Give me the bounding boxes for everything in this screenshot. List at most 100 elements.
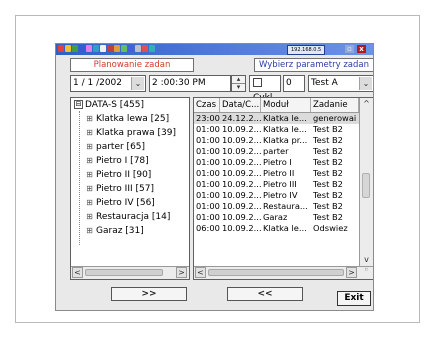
tree-item-restauracja[interactable]: ⊞ Restauracja [14] [86, 212, 170, 222]
taskbar-app-icon[interactable] [72, 45, 78, 52]
scroll-thumb[interactable] [85, 269, 163, 276]
scroll-left-icon[interactable]: < [72, 267, 83, 278]
tree-item-pietro-3[interactable]: ⊞ Pietro III [57] [86, 184, 154, 194]
test-select-value: Test A [311, 78, 338, 88]
next-button[interactable]: >> [111, 287, 187, 301]
test-select[interactable]: Test A ⌄ [308, 75, 373, 92]
taskbar-app-icon[interactable] [86, 45, 92, 52]
schedule-table[interactable]: Czas Data/C... Moduł Zadanie 23:00 24.12.… [193, 97, 373, 280]
column-header-task[interactable]: Zadanie [311, 98, 359, 112]
spin-down-icon[interactable]: ▾ [232, 84, 245, 91]
table-row[interactable]: 01:00 10.09.2... Klatka pr... Test B2 [194, 135, 359, 146]
table-row[interactable]: 01:00 10.09.2... parter Test B2 [194, 146, 359, 157]
table-row[interactable]: 01:00 10.09.2... Pietro IV Test B2 [194, 190, 359, 201]
tree-item-pietro-1[interactable]: ⊞ Pietro I [78] [86, 156, 149, 166]
expand-icon[interactable]: ⊞ [86, 129, 93, 137]
table-row[interactable]: 01:00 10.09.2... Restaura... Test B2 [194, 201, 359, 212]
expand-icon[interactable]: ⊞ [86, 227, 93, 235]
tree-item-garaz[interactable]: ⊞ Garaz [31] [86, 226, 144, 236]
tree-guide-line [79, 111, 80, 245]
tree-item-pietro-2[interactable]: ⊞ Pietro II [90] [86, 170, 151, 180]
expand-icon[interactable]: ⊞ [86, 157, 93, 165]
table-cell: 01:00 [196, 190, 220, 200]
scroll-thumb[interactable] [208, 269, 344, 276]
column-header-date[interactable]: Data/C... [220, 98, 261, 112]
scroll-left-icon[interactable]: < [195, 267, 206, 278]
test-dropdown-icon[interactable]: ⌄ [359, 77, 372, 90]
time-input[interactable]: 2 :00:30 PM [149, 75, 231, 92]
column-header-module[interactable]: Moduł [261, 98, 311, 112]
table-horizontal-scrollbar[interactable]: < > [194, 266, 373, 279]
tree-root-label: DATA-S [455] [85, 100, 145, 110]
expand-icon[interactable]: ⊞ [86, 185, 93, 193]
scroll-up-icon[interactable]: ^ [361, 99, 372, 110]
previous-button[interactable]: << [227, 287, 303, 301]
close-icon[interactable]: x [357, 45, 366, 53]
table-cell: 01:00 [196, 212, 220, 222]
table-cell: 23:00 [196, 113, 220, 123]
module-tree[interactable]: ⊟ DATA-S [455] ⊞ Klatka lewa [25] ⊞ Klatka … [70, 97, 190, 280]
table-row[interactable]: 23:00 24.12.2... Klatka le... generowai [194, 113, 359, 124]
scroll-down-icon[interactable]: v [361, 255, 372, 266]
taskbar-app-icon[interactable] [135, 45, 141, 52]
tree-item-label: Pietro II [90] [96, 170, 152, 180]
scroll-right-icon[interactable]: > [176, 267, 187, 278]
table-cell: 10.09.2... [222, 124, 261, 134]
date-dropdown-icon[interactable]: ⌄ [131, 77, 144, 90]
taskbar-app-icon[interactable] [65, 45, 71, 52]
table-cell: Test B2 [313, 135, 343, 145]
taskbar-app-icon[interactable] [142, 45, 148, 52]
table-row[interactable]: 01:00 10.09.2... Pietro III Test B2 [194, 179, 359, 190]
table-cell: 10.09.2... [222, 201, 261, 211]
table-row[interactable]: 01:00 10.09.2... Garaz Test B2 [194, 212, 359, 223]
tree-item-klatka-prawa[interactable]: ⊞ Klatka prawa [39] [86, 128, 176, 138]
collapse-icon[interactable]: ⊟ [74, 100, 83, 109]
column-header-time[interactable]: Czas [194, 98, 220, 112]
expand-icon[interactable]: ⊞ [86, 171, 93, 179]
table-row[interactable]: 01:00 10.09.2... Klatka le... Test B2 [194, 124, 359, 135]
resize-grip-icon[interactable]: ⠿ [364, 267, 372, 276]
cycle-count-input[interactable]: 0 [283, 75, 305, 92]
time-spinner[interactable]: ▴ ▾ [231, 75, 246, 92]
tree-item-pietro-4[interactable]: ⊞ Pietro IV [56] [86, 198, 155, 208]
cycle-checkbox[interactable]: Cykl [249, 75, 281, 103]
maximize-icon[interactable]: ▫ [345, 45, 354, 53]
tree-root[interactable]: ⊟ DATA-S [455] [74, 100, 144, 110]
taskbar-app-icon[interactable] [79, 45, 85, 52]
expand-icon[interactable]: ⊞ [86, 115, 93, 123]
expand-icon[interactable]: ⊞ [86, 199, 93, 207]
taskbar-app-icon[interactable] [114, 45, 120, 52]
table-cell: 10.09.2... [222, 157, 261, 167]
tree-horizontal-scrollbar[interactable]: < > [71, 266, 189, 279]
taskbar-app-icon[interactable] [121, 45, 127, 52]
table-row[interactable]: 06:00 10.09.2... Klatka le... Odswiez [194, 223, 359, 234]
app-window: 192.168.0.5 ▫ x Planowanie zadan Wybierz… [55, 43, 374, 311]
table-cell: Odswiez [313, 223, 348, 233]
table-header: Czas Data/C... Moduł Zadanie [194, 98, 359, 113]
expand-icon[interactable]: ⊞ [86, 143, 93, 151]
table-cell: 01:00 [196, 135, 220, 145]
table-cell: 10.09.2... [222, 223, 261, 233]
table-cell: Garaz [263, 212, 288, 222]
taskbar-app-icon[interactable] [128, 45, 134, 52]
table-row[interactable]: 01:00 10.09.2... Pietro I Test B2 [194, 157, 359, 168]
table-cell: Klatka pr... [263, 135, 308, 145]
scroll-thumb[interactable] [362, 173, 370, 198]
taskbar-app-icon[interactable] [100, 45, 106, 52]
tree-item-klatka-lewa[interactable]: ⊞ Klatka lewa [25] [86, 114, 169, 124]
expand-icon[interactable]: ⊞ [86, 213, 93, 221]
table-cell: 01:00 [196, 168, 220, 178]
taskbar-app-icon[interactable] [58, 45, 64, 52]
exit-button[interactable]: Exit [337, 291, 371, 306]
taskbar-app-icon[interactable] [107, 45, 113, 52]
table-cell: 10.09.2... [222, 190, 261, 200]
ip-address-field[interactable]: 192.168.0.5 [287, 45, 326, 55]
taskbar-app-icon[interactable] [149, 45, 155, 52]
tree-item-parter[interactable]: ⊞ parter [65] [86, 142, 145, 152]
scroll-right-icon[interactable]: > [346, 267, 357, 278]
table-row[interactable]: 01:00 10.09.2... Pietro II Test B2 [194, 168, 359, 179]
table-vertical-scrollbar[interactable]: ^ v [359, 98, 373, 269]
taskbar-app-icon[interactable] [93, 45, 99, 52]
tree-item-label: Klatka prawa [39] [96, 128, 177, 138]
date-picker[interactable]: 1 / 1 /2002 ⌄ [70, 75, 146, 92]
